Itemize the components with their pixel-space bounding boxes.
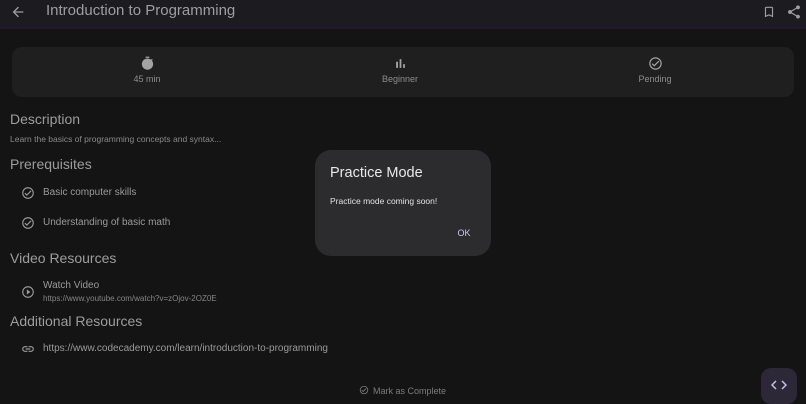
mark-complete-label: Mark as Complete <box>373 386 447 396</box>
video-url: https://www.youtube.com/watch?v=zOjov-2O… <box>43 294 217 303</box>
bookmark-icon[interactable] <box>762 4 776 20</box>
additional-resources-heading: Additional Resources <box>10 313 143 329</box>
dialog-ok-button[interactable]: OK <box>449 224 479 242</box>
stat-level: Beginner <box>330 47 470 97</box>
link-icon <box>22 346 34 352</box>
video-resources-heading: Video Resources <box>10 250 117 266</box>
description-heading: Description <box>10 111 81 127</box>
stat-duration-label: 45 min <box>133 74 161 84</box>
course-stats-card: 45 min Beginner Pending <box>12 47 794 97</box>
prerequisite-label: Understanding of basic math <box>43 217 171 228</box>
dialog-body: Practice mode coming soon! <box>330 196 438 206</box>
video-resource-item[interactable]: Watch Video https://www.youtube.com/watc… <box>21 279 281 307</box>
practice-mode-dialog: Practice Mode Practice mode coming soon!… <box>315 150 491 256</box>
page-title: Introduction to Programming <box>46 2 236 19</box>
code-icon <box>771 380 787 390</box>
check-circle-icon <box>359 385 369 395</box>
code-fab-button[interactable] <box>761 368 797 404</box>
check-circle-icon <box>22 187 34 199</box>
prerequisite-label: Basic computer skills <box>43 187 137 198</box>
resource-link-url: https://www.codecademy.com/learn/introdu… <box>43 343 328 354</box>
app-bar: Introduction to Programming <box>0 0 806 29</box>
share-icon[interactable] <box>786 3 802 21</box>
check-circle-icon <box>648 57 662 70</box>
timer-icon <box>141 56 153 70</box>
check-circle-icon <box>22 217 34 229</box>
resource-link-item[interactable]: https://www.codecademy.com/learn/introdu… <box>21 342 381 358</box>
play-circle-icon <box>22 286 34 298</box>
stat-status: Pending <box>585 47 725 97</box>
stat-status-label: Pending <box>638 74 672 84</box>
mark-complete-button[interactable]: Mark as Complete <box>359 385 446 399</box>
stat-level-label: Beginner <box>381 74 419 84</box>
bar-chart-icon <box>395 59 405 68</box>
stat-duration: 45 min <box>77 47 217 97</box>
video-title: Watch Video <box>43 280 100 291</box>
prerequisites-heading: Prerequisites <box>10 156 92 172</box>
dialog-title: Practice Mode <box>330 165 423 181</box>
description-text: Learn the basics of programming concepts… <box>10 134 222 144</box>
arrow-back-icon[interactable] <box>10 4 26 20</box>
